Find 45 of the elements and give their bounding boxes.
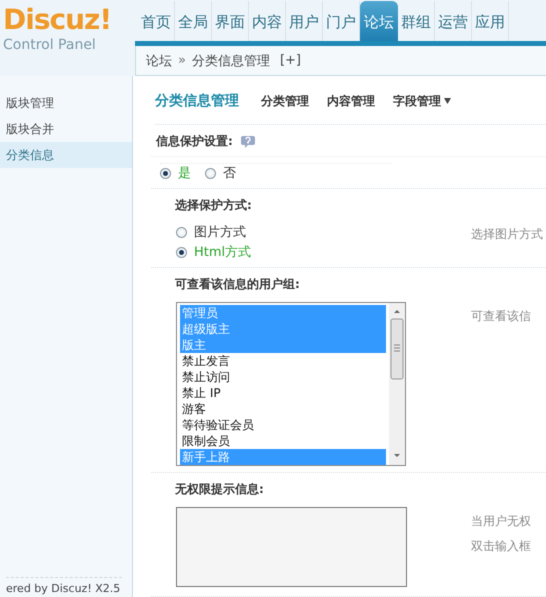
- radio-label[interactable]: 是: [178, 164, 191, 182]
- list-option[interactable]: 等待验证会员: [180, 417, 386, 433]
- radio-button[interactable]: [160, 168, 171, 178]
- radio-label[interactable]: Html方式: [194, 243, 252, 261]
- breadcrumb-item[interactable]: 论坛: [146, 52, 172, 70]
- setting-label: 无权限提示信息:: [175, 481, 264, 498]
- nav-tab[interactable]: 论坛: [360, 1, 398, 42]
- breadcrumb-item[interactable]: 分类信息管理: [192, 52, 270, 70]
- hint-text: 可查看该信: [471, 308, 531, 325]
- list-option[interactable]: 管理员: [180, 305, 386, 321]
- radio-label[interactable]: 否: [223, 164, 236, 182]
- help-icon[interactable]: [240, 135, 255, 148]
- hint-text: 双击输入框: [471, 538, 531, 555]
- list-option[interactable]: 超级版主: [180, 321, 386, 337]
- message-field[interactable]: [176, 507, 407, 587]
- breadcrumb-separator: »: [178, 53, 186, 68]
- radio-button[interactable]: [205, 168, 216, 178]
- footer-text: ered by Discuz! X2.5: [6, 577, 122, 597]
- logo: Discuz!: [3, 4, 112, 36]
- expand-toggle[interactable]: [+]: [280, 53, 302, 68]
- sidebar-item[interactable]: 版块管理: [0, 90, 132, 116]
- list-option[interactable]: 新手上路: [180, 449, 386, 465]
- radio-button[interactable]: [176, 246, 187, 258]
- page-title: 分类信息管理: [155, 92, 239, 110]
- setting-label: 信息保护设置:: [156, 133, 233, 150]
- hint-text: 选择图片方式: [471, 226, 543, 243]
- list-option[interactable]: 禁止发言: [180, 353, 386, 369]
- list-option[interactable]: 禁止 IP: [180, 385, 386, 401]
- radio-button[interactable]: [176, 226, 187, 238]
- sub-nav-link[interactable]: 分类管理: [261, 92, 309, 110]
- caret-icon[interactable]: [444, 98, 451, 104]
- sub-nav-dropdown[interactable]: 字段管理: [393, 92, 441, 110]
- list-option[interactable]: 限制会员: [180, 433, 386, 449]
- setting-label: 可查看该信息的用户组:: [175, 276, 300, 293]
- sidebar-item[interactable]: 版块合并: [0, 116, 132, 142]
- sub-nav-link[interactable]: 内容管理: [327, 92, 375, 110]
- list-option[interactable]: 版主: [180, 337, 386, 353]
- list-option[interactable]: 禁止访问: [180, 369, 386, 385]
- list-option[interactable]: 游客: [180, 401, 386, 417]
- logo-subtitle: Control Panel: [3, 36, 97, 54]
- radio-label[interactable]: 图片方式: [194, 223, 246, 241]
- setting-label: 选择保护方式:: [175, 197, 252, 214]
- sidebar-item[interactable]: 分类信息: [0, 142, 132, 168]
- hint-text: 当用户无权: [471, 513, 531, 530]
- scrollbar[interactable]: [389, 303, 405, 465]
